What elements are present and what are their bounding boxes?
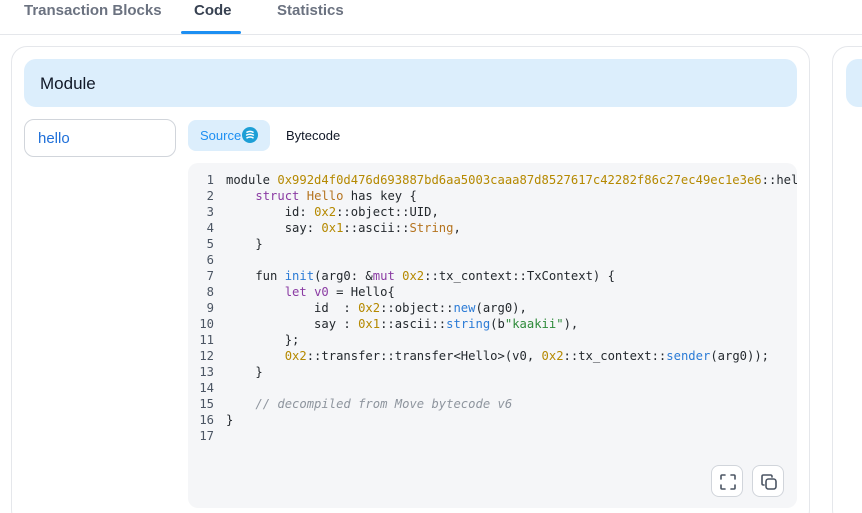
source-label: Source <box>200 128 242 143</box>
code-line: 15 // decompiled from Move bytecode v6 <box>199 397 513 411</box>
secondary-card <box>832 46 862 513</box>
active-tab-indicator <box>181 31 241 34</box>
code-line: 14 <box>199 381 214 395</box>
module-header <box>24 59 797 107</box>
fullscreen-button[interactable] <box>711 465 743 497</box>
code-line: 11 }; <box>199 333 300 347</box>
code-line: 16} <box>199 413 234 427</box>
tab-statistics[interactable]: Statistics <box>277 2 344 19</box>
code-line: 1 module 0x992d4f0d476d693887bd6aa5003caa… <box>206 173 797 187</box>
module-name: hello <box>38 130 70 147</box>
code-line: 2 struct Hello has key { <box>206 189 417 203</box>
tab-bar: Transaction Blocks Code Statistics <box>0 0 862 35</box>
code-line: 3 id: 0x2::object::UID, <box>206 205 439 219</box>
code-line: 5 } <box>206 237 263 251</box>
source-toggle-button[interactable]: Source <box>188 120 270 151</box>
module-list-item-hello[interactable]: hello <box>24 119 176 157</box>
code-viewer[interactable]: 1 module 0x992d4f0d476d693887bd6aa5003caa… <box>188 163 797 508</box>
sui-logo-icon <box>242 127 258 143</box>
code-line: 13 } <box>199 365 263 379</box>
tab-code[interactable]: Code <box>194 2 232 19</box>
code-line: 4 say: 0x1::ascii::String, <box>206 221 461 235</box>
fullscreen-icon <box>720 474 736 490</box>
module-title: Module <box>40 74 96 93</box>
tab-transaction-blocks[interactable]: Transaction Blocks <box>24 2 162 19</box>
secondary-card-header <box>846 59 862 107</box>
copy-button[interactable] <box>752 465 784 497</box>
code-line: 12 0x2::transfer::transfer<Hello>(v0, 0x… <box>199 349 770 363</box>
code-line: 10 say : 0x1::ascii::string(b"kaakii"), <box>199 317 579 331</box>
copy-icon <box>761 474 777 490</box>
code-line: 9 id : 0x2::object::new(arg0), <box>206 301 527 315</box>
code-line: 6 <box>206 253 214 267</box>
bytecode-toggle-button[interactable]: Bytecode <box>286 128 340 143</box>
code-line: 7 fun init(arg0: &mut 0x2::tx_context::T… <box>206 269 615 283</box>
code-line: 17 <box>199 429 214 443</box>
code-line: 8 let v0 = Hello{ <box>206 285 395 299</box>
